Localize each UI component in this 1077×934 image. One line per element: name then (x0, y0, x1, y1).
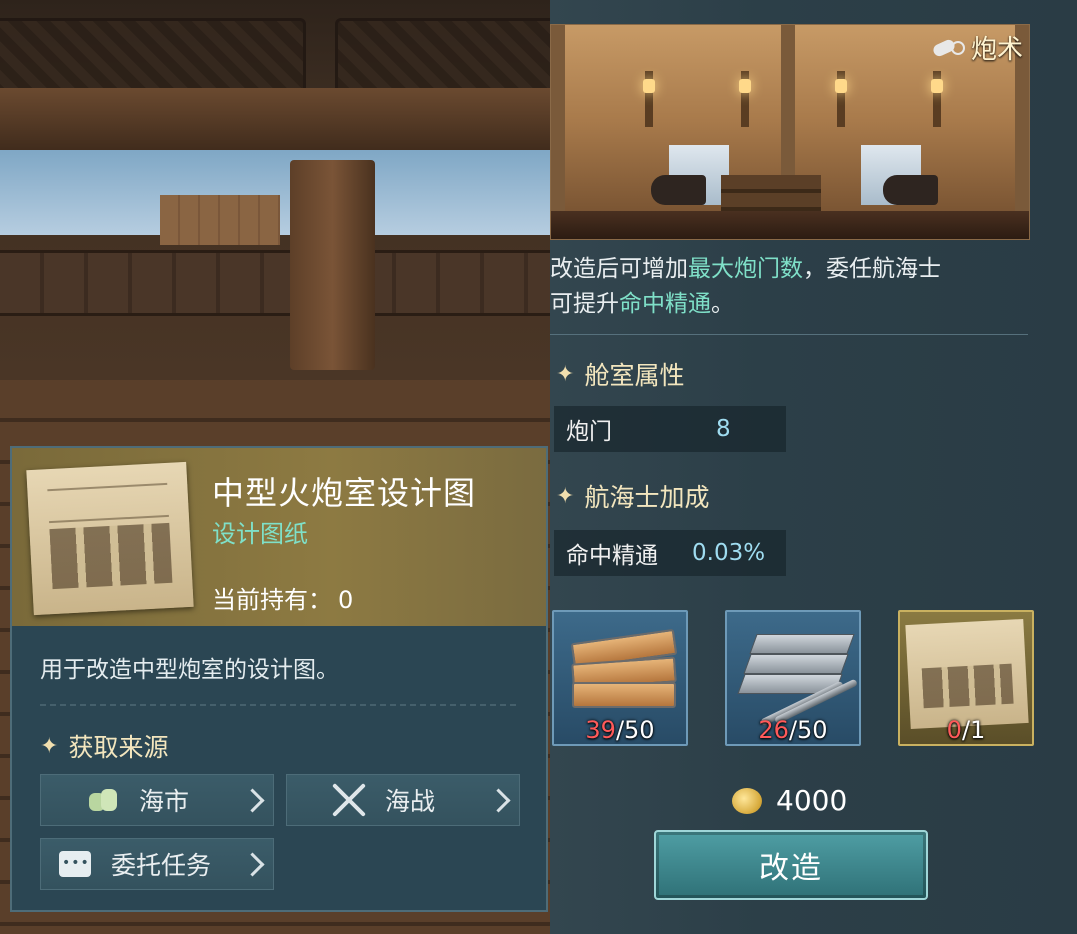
item-header: 中型火炮室设计图 设计图纸 当前持有： 0 (12, 448, 546, 626)
desc-highlight: 命中精通 (619, 291, 711, 317)
cabin-attributes-title: ✦ 舱室属性 (556, 356, 684, 392)
owned-amount: 39 (585, 716, 616, 744)
section-title-text: 航海士加成 (584, 483, 710, 512)
desc-text: 可提升 (550, 291, 619, 317)
cargo-crate (160, 195, 280, 245)
attribute-row: 炮门 8 (554, 406, 786, 452)
upgrade-cost: 4000 (732, 784, 847, 817)
source-label: 海战 (385, 787, 436, 816)
divider (550, 334, 1028, 335)
source-label: 海市 (139, 787, 190, 816)
sparkle-icon: ✦ (556, 483, 575, 509)
desc-text: 。 (711, 291, 734, 317)
sky-opening (0, 150, 560, 235)
material-count: 0/1 (900, 716, 1032, 744)
upgrade-description: 改造后可增加最大炮门数，委任航海士 可提升命中精通。 (550, 252, 1040, 322)
gold-coin-icon (732, 787, 762, 814)
crossed-swords-icon (327, 780, 371, 820)
chevron-right-icon (240, 788, 265, 813)
carving-ornament (335, 18, 560, 94)
carving-ornament (0, 18, 306, 94)
cabin-upgrade-panel: 炮术 改造后可增加最大炮门数，委任航海士 可提升命中精通。 ✦ 舱室属性 炮门 … (550, 0, 1077, 934)
skill-label: 炮术 (970, 35, 1023, 65)
owned-value: 0 (338, 586, 354, 614)
desc-text: 改造后可增加 (550, 256, 688, 282)
money-bag-icon (89, 789, 119, 811)
attribute-label: 炮门 (566, 419, 612, 445)
wooden-beam (0, 88, 560, 154)
bonus-label: 命中精通 (566, 543, 658, 569)
item-owned: 当前持有： 0 (212, 580, 353, 615)
bonus-row: 命中精通 0.03% (554, 530, 786, 576)
material-count: 39/50 (554, 716, 686, 744)
required-amount: /50 (788, 716, 828, 744)
chevron-right-icon (240, 852, 265, 877)
required-amount: /1 (961, 716, 986, 744)
cost-amount: 4000 (776, 784, 848, 817)
source-button-sea-battle[interactable]: 海战 (286, 774, 520, 826)
sparkle-icon: ✦ (40, 733, 59, 759)
upgrade-button[interactable]: 改造 (654, 830, 928, 900)
cabin-preview-image: 炮术 (550, 24, 1030, 240)
skill-tag: 炮术 (933, 29, 1023, 66)
chevron-right-icon (486, 788, 511, 813)
dashed-divider (40, 704, 516, 706)
cannon-skill-icon (933, 37, 965, 59)
item-tooltip-card: 中型火炮室设计图 设计图纸 当前持有： 0 用于改造中型炮室的设计图。 ✦ 获取来… (10, 446, 548, 912)
item-name: 中型火炮室设计图 (212, 474, 477, 512)
section-title-text: 舱室属性 (584, 361, 685, 390)
navigator-bonus-title: ✦ 航海士加成 (556, 478, 709, 514)
source-button-commission[interactable]: 委托任务 (40, 838, 274, 890)
owned-amount: 26 (758, 716, 789, 744)
item-description: 用于改造中型炮室的设计图。 (40, 657, 339, 683)
sparkle-icon: ✦ (556, 361, 575, 387)
carved-railing (0, 250, 560, 316)
sources-title-text: 获取来源 (68, 733, 169, 762)
material-slot-iron[interactable]: 26/50 (725, 610, 861, 746)
item-type: 设计图纸 (212, 520, 308, 548)
material-slot-blueprint[interactable]: 0/1 (898, 610, 1034, 746)
source-button-sea-market[interactable]: 海市 (40, 774, 274, 826)
required-amount: /50 (615, 716, 655, 744)
chat-bubble-icon (59, 851, 91, 877)
bonus-value: 0.03% (692, 540, 766, 566)
source-label: 委托任务 (111, 851, 212, 880)
blueprint-thumbnail (26, 461, 194, 616)
wooden-post (290, 160, 375, 370)
desc-text: ，委任航海士 (803, 256, 941, 282)
desc-highlight: 最大炮门数 (688, 256, 803, 282)
sources-title: ✦ 获取来源 (40, 728, 168, 764)
material-count: 26/50 (727, 716, 859, 744)
attribute-value: 8 (716, 416, 731, 442)
blueprint-icon (905, 618, 1029, 730)
owned-label: 当前持有： (212, 586, 332, 614)
owned-amount: 0 (946, 716, 962, 744)
material-slot-wood[interactable]: 39/50 (552, 610, 688, 746)
